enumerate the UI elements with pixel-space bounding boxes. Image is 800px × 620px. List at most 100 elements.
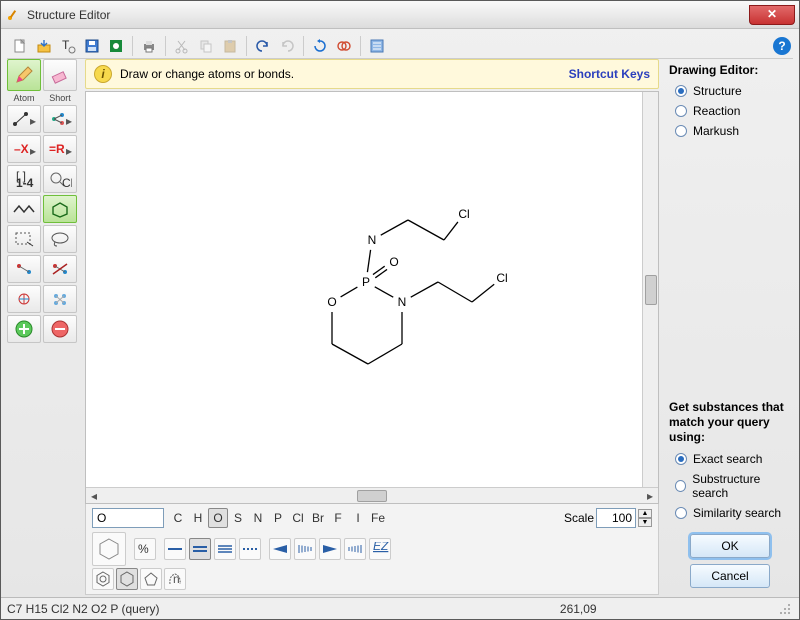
view-button[interactable] bbox=[105, 35, 127, 57]
element-p-button[interactable]: P bbox=[268, 508, 288, 528]
cyclopentane-button[interactable] bbox=[140, 568, 162, 590]
svg-text:EZ: EZ bbox=[373, 542, 389, 553]
remove-tool[interactable] bbox=[43, 315, 77, 343]
svg-text:N: N bbox=[398, 295, 407, 309]
chain-tool[interactable] bbox=[7, 195, 41, 223]
query-exact-radio[interactable]: Exact search bbox=[675, 452, 791, 466]
vertical-scrollbar[interactable] bbox=[642, 92, 658, 487]
text-tool-button[interactable]: T bbox=[57, 35, 79, 57]
print-button[interactable] bbox=[138, 35, 160, 57]
query-substructure-radio[interactable]: Substructure search bbox=[675, 472, 791, 500]
redo-button[interactable] bbox=[276, 35, 298, 57]
help-button[interactable]: ? bbox=[773, 37, 791, 55]
scale-down-button[interactable]: ▼ bbox=[638, 518, 652, 527]
lasso-tool[interactable] bbox=[43, 225, 77, 253]
status-formula: C7 H15 Cl2 N2 O2 P (query) bbox=[7, 602, 160, 616]
map-atoms-tool[interactable] bbox=[7, 255, 41, 283]
ok-button[interactable]: OK bbox=[690, 534, 770, 558]
info-icon: i bbox=[94, 65, 112, 83]
element-h-button[interactable]: H bbox=[188, 508, 208, 528]
bond-row: % EZ bbox=[92, 532, 652, 566]
unmap-atoms-tool[interactable] bbox=[43, 255, 77, 283]
svg-text:n: n bbox=[173, 572, 180, 586]
element-n-button[interactable]: N bbox=[248, 508, 268, 528]
copy-button[interactable] bbox=[195, 35, 217, 57]
svg-text:Cl: Cl bbox=[496, 271, 507, 285]
import-button[interactable] bbox=[33, 35, 55, 57]
resize-grip[interactable] bbox=[777, 601, 793, 617]
list-button[interactable] bbox=[366, 35, 388, 57]
dashed-bond-button[interactable] bbox=[239, 538, 261, 560]
x-group-tool[interactable]: –X▸ bbox=[7, 135, 41, 163]
bracket-tool[interactable]: [ ]1-4 bbox=[7, 165, 41, 193]
hint-text: Draw or change atoms or bonds. bbox=[120, 67, 294, 81]
svg-text:P: P bbox=[362, 275, 370, 289]
atom-mode-label: Atom bbox=[7, 93, 41, 103]
element-s-button[interactable]: S bbox=[228, 508, 248, 528]
benzene-button[interactable] bbox=[92, 568, 114, 590]
wedge-solid-rev-button[interactable] bbox=[319, 538, 341, 560]
shortcut-dropdown-tool[interactable]: ▸ bbox=[43, 105, 77, 133]
stereo-tool[interactable] bbox=[7, 285, 41, 313]
marquee-tool[interactable] bbox=[7, 225, 41, 253]
element-i-button[interactable]: I bbox=[348, 508, 368, 528]
status-mass: 261,09 bbox=[340, 602, 597, 616]
element-c-button[interactable]: C bbox=[168, 508, 188, 528]
canvas-column: i Draw or change atoms or bonds. Shortcu… bbox=[85, 59, 659, 595]
svg-text:1-4: 1-4 bbox=[16, 176, 34, 188]
new-file-button[interactable] bbox=[9, 35, 31, 57]
element-input[interactable] bbox=[92, 508, 164, 528]
mode-structure-radio[interactable]: Structure bbox=[675, 84, 791, 98]
short-mode-label: Short bbox=[43, 93, 77, 103]
element-fe-button[interactable]: Fe bbox=[368, 508, 388, 528]
hint-bar: i Draw or change atoms or bonds. Shortcu… bbox=[85, 59, 659, 89]
wedge-hash-rev-button[interactable] bbox=[294, 538, 316, 560]
wedge-solid-button[interactable] bbox=[269, 538, 291, 560]
percent-button[interactable]: % bbox=[134, 538, 156, 560]
svg-text:O: O bbox=[327, 295, 336, 309]
shortcut-keys-link[interactable]: Shortcut Keys bbox=[569, 67, 650, 81]
element-br-button[interactable]: Br bbox=[308, 508, 328, 528]
horizontal-scrollbar[interactable]: ◂▸ bbox=[86, 487, 658, 503]
scale-input[interactable] bbox=[596, 508, 636, 528]
svg-text:=R: =R bbox=[49, 142, 65, 156]
double-bond-button[interactable] bbox=[189, 538, 211, 560]
eraser-tool[interactable] bbox=[43, 59, 77, 91]
drawing-canvas[interactable]: POONNClCl bbox=[86, 92, 658, 487]
undo-button[interactable] bbox=[252, 35, 274, 57]
element-f-button[interactable]: F bbox=[328, 508, 348, 528]
refresh-button[interactable] bbox=[309, 35, 331, 57]
template-tool[interactable] bbox=[43, 195, 77, 223]
clean-tool[interactable] bbox=[43, 285, 77, 313]
mode-markush-radio[interactable]: Markush bbox=[675, 124, 791, 138]
paste-button[interactable] bbox=[219, 35, 241, 57]
query-heading: Get substances that match your query usi… bbox=[669, 400, 791, 445]
canvas-wrap: POONNClCl ◂▸ bbox=[85, 91, 659, 504]
r-group-tool[interactable]: =R▸ bbox=[43, 135, 77, 163]
mode-reaction-radio[interactable]: Reaction bbox=[675, 104, 791, 118]
app-icon bbox=[5, 7, 21, 23]
structure-editor-window: Structure Editor ✕ T ? bbox=[0, 0, 800, 620]
add-tool[interactable] bbox=[7, 315, 41, 343]
single-bond-button[interactable] bbox=[164, 538, 186, 560]
window-title: Structure Editor bbox=[27, 8, 110, 22]
atom-dropdown-tool[interactable]: ▸ bbox=[7, 105, 41, 133]
save-button[interactable] bbox=[81, 35, 103, 57]
cut-button[interactable] bbox=[171, 35, 193, 57]
element-cl-button[interactable]: Cl bbox=[288, 508, 308, 528]
query-similarity-radio[interactable]: Similarity search bbox=[675, 506, 791, 520]
scale-up-button[interactable]: ▲ bbox=[638, 509, 652, 518]
wedge-hash-button[interactable] bbox=[344, 538, 366, 560]
ring-template-button[interactable] bbox=[92, 532, 126, 566]
pencil-tool[interactable] bbox=[7, 59, 41, 91]
element-o-button[interactable]: O bbox=[208, 508, 228, 528]
overlap-button[interactable] bbox=[333, 35, 355, 57]
svg-text:▸: ▸ bbox=[66, 144, 72, 158]
zoom-cl-tool[interactable]: Cl bbox=[43, 165, 77, 193]
generic-ring-button[interactable]: n bbox=[164, 568, 186, 590]
window-close-button[interactable]: ✕ bbox=[749, 5, 795, 25]
triple-bond-button[interactable] bbox=[214, 538, 236, 560]
ez-button[interactable]: EZ bbox=[369, 538, 391, 560]
cyclohexane-button[interactable] bbox=[116, 568, 138, 590]
cancel-button[interactable]: Cancel bbox=[690, 564, 770, 588]
